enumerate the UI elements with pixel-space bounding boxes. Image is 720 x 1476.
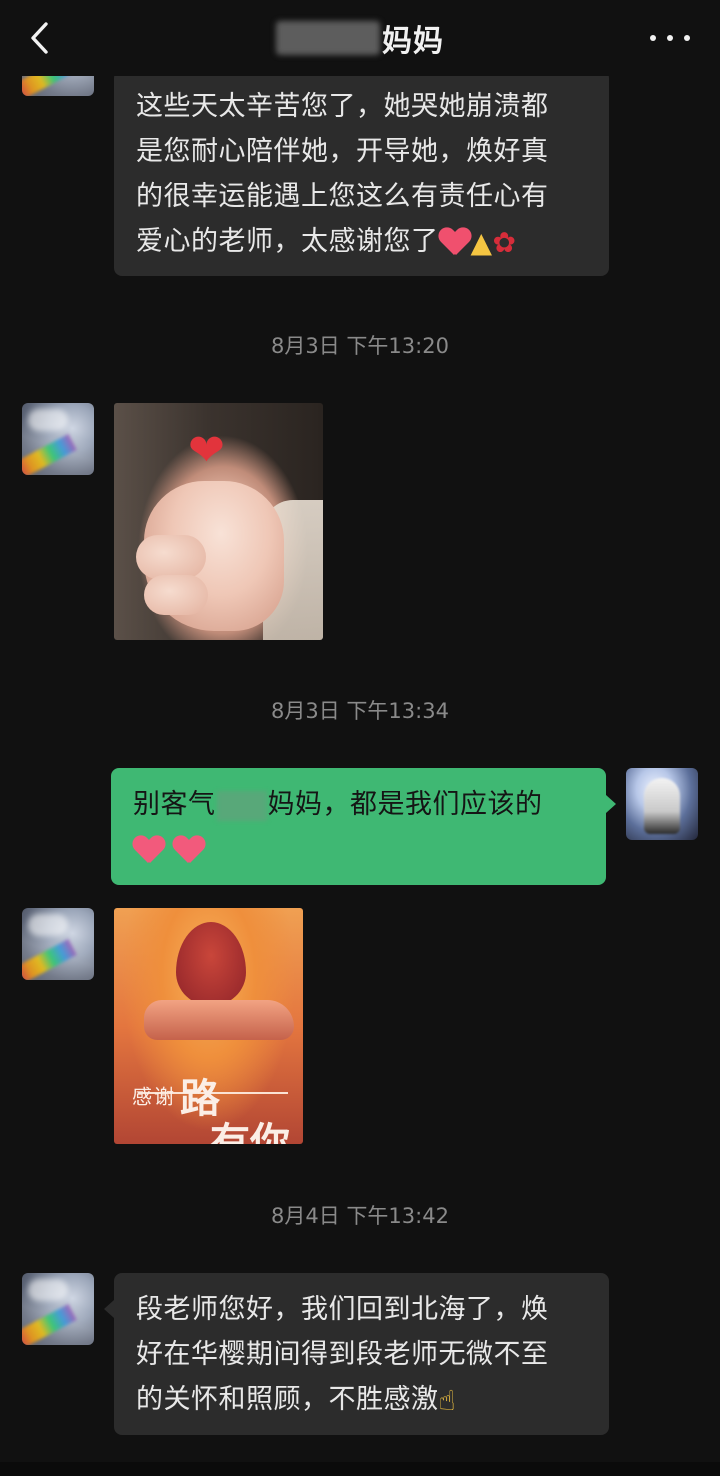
hand-icon [144,1000,294,1040]
message-line: 爱心的老师，太感谢您了 ▲✿ [136,219,587,264]
message-line: 好在华樱期间得到段老师无微不至 [136,1339,549,1370]
card-small-text: 感谢 [132,1084,176,1109]
chat-title: 妈妈 [0,0,720,76]
avatar-rainbow [22,433,77,475]
avatar-cloud [28,914,68,936]
blurred-name [276,21,380,55]
bubble-tail [606,795,616,813]
chat-header: 妈妈 [0,0,720,76]
message-line-suffix: 妈妈，都是我们应该的 [267,789,543,820]
message-line: 的关怀和照顾，不胜感激☝ [136,1377,587,1422]
message-bubble-outgoing[interactable]: 别客气 妈妈，都是我们应该的 [111,768,606,885]
message-line-prefix: 别客气 [133,789,216,820]
more-horizontal-icon [650,35,656,41]
red-heart-emoji-icon [133,836,165,866]
folded-hands-emoji-icon: ☝ [438,1383,457,1417]
more-button[interactable] [650,24,690,52]
avatar-cloud [28,1279,68,1301]
heart-icon: ❤ [188,425,225,476]
leaf-icon [176,922,246,1006]
bubble-tail [104,1300,114,1318]
message-bubble-incoming[interactable]: 段老师您好，我们回到北海了，焕 好在华樱期间得到段老师无微不至 的关怀和照顾，不… [114,1273,609,1435]
message-line-text: 爱心的老师，太感谢您了 [136,226,439,257]
thumbs-up-emoji-icon: ▲ [470,225,493,259]
card-text: 感谢路 有你 [132,1066,290,1144]
message-line: 的很幸运能遇上您这么有责任心有 [136,181,549,212]
chat-screen: 妈妈 这些天太辛苦您了，她哭她崩溃都 是您耐心陪伴她，开导她，焕好真 的很幸运能… [0,0,720,1476]
photo-finger [136,535,206,579]
timestamp: 8月3日 下午13:20 [271,334,449,358]
bottom-edge [0,1462,720,1476]
timestamp: 8月4日 下午13:42 [271,1204,449,1228]
contact-avatar[interactable] [22,403,94,475]
message-line [133,827,584,872]
chat-title-text: 妈妈 [382,24,444,59]
message-line: 段老师您好，我们回到北海了，焕 [136,1294,549,1325]
timestamp: 8月3日 下午13:34 [271,699,449,723]
self-avatar[interactable] [626,768,698,840]
message-line-text: 的关怀和照顾，不胜感激 [136,1384,439,1415]
rose-emoji-icon: ✿ [492,225,517,259]
message-line: 别客气 妈妈，都是我们应该的 [133,782,584,827]
avatar-figure [644,778,680,834]
avatar-rainbow [22,1303,77,1345]
message-line: 这些天太辛苦您了，她哭她崩溃都 [136,91,549,122]
message-line: 是您耐心陪伴她，开导她，焕好真 [136,136,549,167]
avatar-cloud [28,409,68,431]
contact-avatar[interactable] [22,908,94,980]
image-message-thank-you-card[interactable]: 感谢路 有你 [114,908,303,1144]
blurred-name [216,790,267,821]
red-heart-emoji-icon [173,836,205,866]
card-big-text-2: 有你 [210,1119,290,1144]
image-message-baby-fist[interactable]: ❤ [114,403,323,640]
message-bubble-incoming[interactable]: 这些天太辛苦您了，她哭她崩溃都 是您耐心陪伴她，开导她，焕好真 的很幸运能遇上您… [114,70,609,276]
more-horizontal-icon [667,35,673,41]
red-heart-emoji-icon [439,228,471,258]
more-horizontal-icon [684,35,690,41]
photo-finger [144,575,208,615]
contact-avatar[interactable] [22,1273,94,1345]
avatar-rainbow [22,938,77,980]
